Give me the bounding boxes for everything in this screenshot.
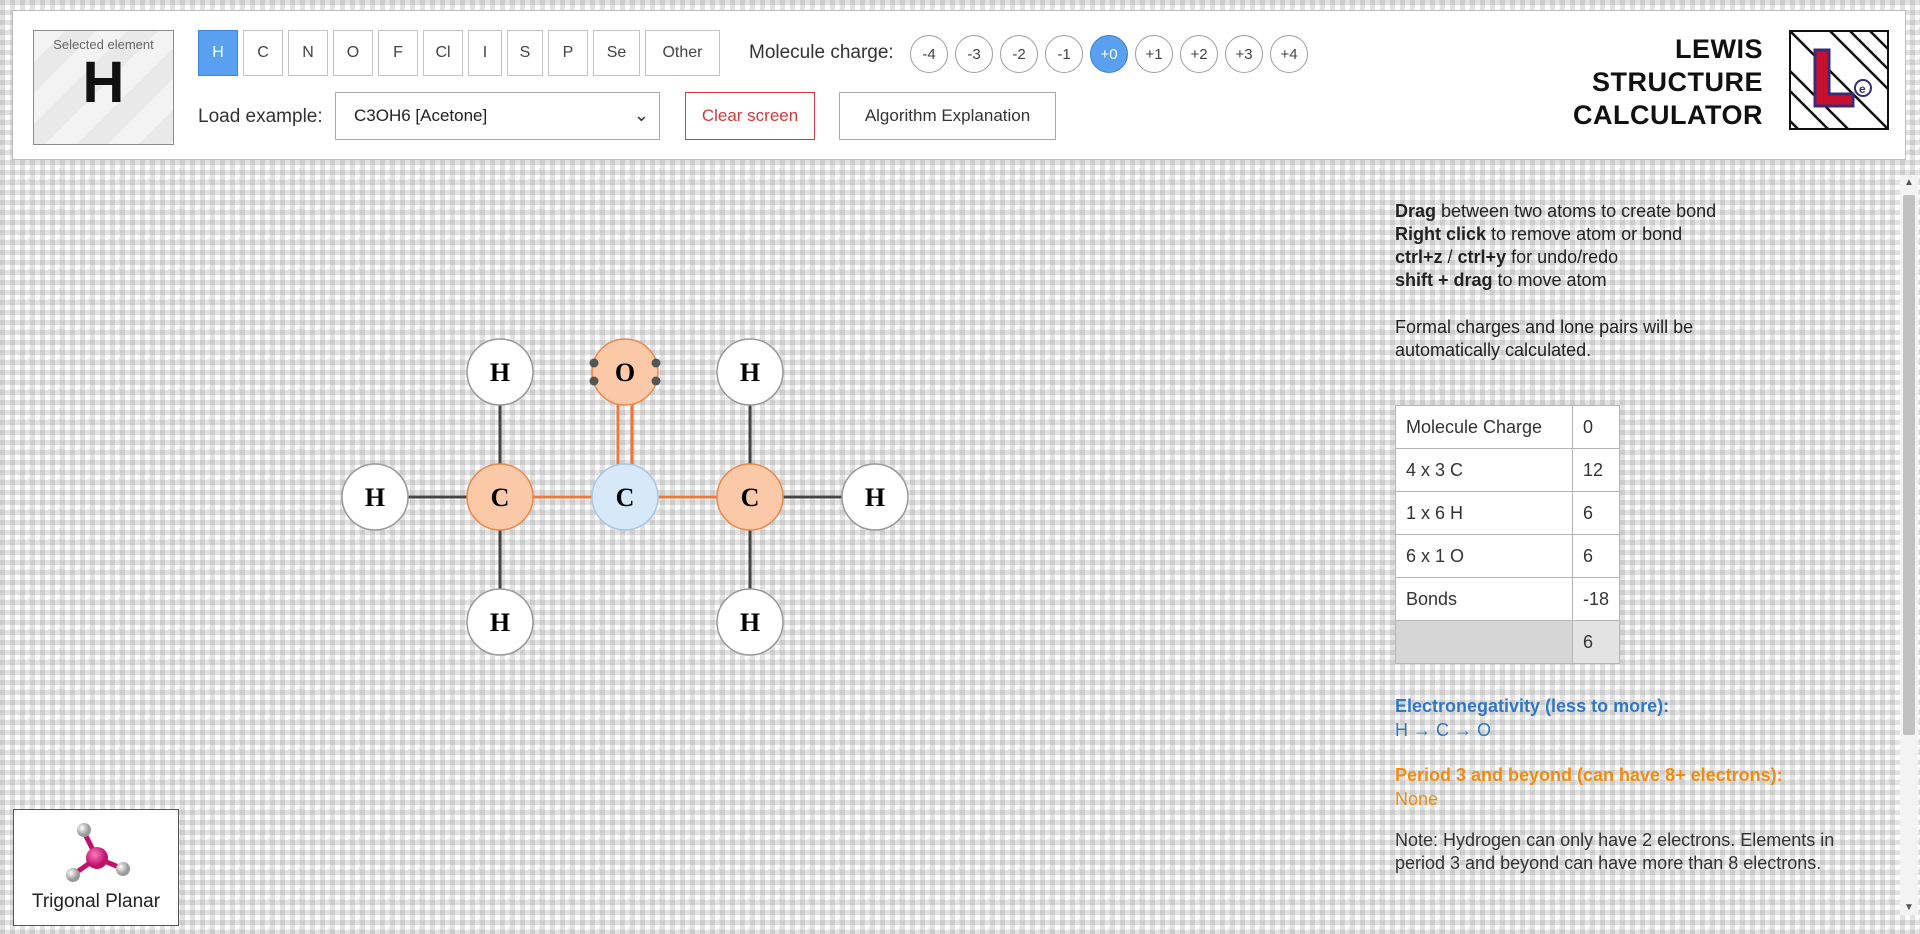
charge-button-plus2[interactable]: +2	[1180, 35, 1218, 73]
atom-c[interactable]: C	[466, 463, 534, 531]
app-title-line: CALCULATOR	[1573, 100, 1763, 130]
app-title-line: LEWIS	[1675, 34, 1763, 64]
svg-text:C: C	[616, 483, 635, 512]
auto-calc-note: Formal charges and lone pairs will be au…	[1395, 317, 1694, 360]
instruction-line: Right click to remove atom or bond	[1395, 224, 1683, 244]
element-button-f[interactable]: F	[378, 30, 418, 76]
charge-button-zero[interactable]: +0	[1090, 35, 1128, 73]
svg-text:H: H	[740, 358, 760, 387]
instructions-panel: Drag between two atoms to create bond Ri…	[1395, 200, 1885, 362]
lone-pair-electron	[651, 358, 661, 368]
toolbar: Selected element H H C N O F Cl I S P Se…	[12, 10, 1906, 160]
load-example-label: Load example:	[198, 106, 323, 127]
app-logo: e	[1789, 30, 1889, 130]
svg-text:C: C	[741, 483, 760, 512]
load-example-select[interactable]: C3OH6 [Acetone] ⌄	[335, 92, 660, 140]
svg-text:H: H	[740, 608, 760, 637]
algorithm-explanation-button[interactable]: Algorithm Explanation	[839, 92, 1056, 140]
selected-element-symbol: H	[82, 50, 125, 115]
element-button-c[interactable]: C	[243, 30, 283, 76]
atom-o[interactable]: O	[589, 338, 661, 406]
atom-h[interactable]: H	[716, 588, 784, 656]
scroll-up-icon[interactable]: ▲	[1904, 177, 1914, 188]
element-button-i[interactable]: I	[468, 30, 502, 76]
molecule-3d-icon	[66, 823, 130, 882]
scroll-down-icon[interactable]: ▼	[1904, 902, 1914, 913]
app-title-line: STRUCTURE	[1592, 67, 1763, 97]
atom-h[interactable]: H	[466, 338, 534, 406]
table-row: Bonds -18	[1395, 577, 1621, 621]
charge-button-plus4[interactable]: +4	[1270, 35, 1308, 73]
charge-button-minus4[interactable]: -4	[910, 35, 948, 73]
element-button-other[interactable]: Other	[645, 30, 720, 76]
charge-button-minus2[interactable]: -2	[1000, 35, 1038, 73]
scrollbar[interactable]: ▲ ▼	[1900, 175, 1918, 915]
instruction-line: Drag between two atoms to create bond	[1395, 201, 1717, 221]
valence-electron-table: Molecule Charge 0 4 x 3 C 12 1 x 6 H6 6 x …	[1395, 405, 1621, 664]
atom-h[interactable]: H	[341, 463, 409, 531]
element-button-s[interactable]: S	[507, 30, 543, 76]
period3-value: None	[1395, 789, 1439, 809]
clear-screen-button[interactable]: Clear screen	[685, 92, 815, 140]
charge-button-plus3[interactable]: +3	[1225, 35, 1263, 73]
selected-element-display: Selected element H	[33, 30, 174, 145]
molecule-canvas[interactable]: H C C C H H O H H H	[0, 160, 1370, 934]
atom-c[interactable]: C	[716, 463, 784, 531]
geometry-label: Trigonal Planar	[31, 891, 161, 912]
lone-pair-electron	[589, 376, 599, 386]
element-button-se[interactable]: Se	[593, 30, 640, 76]
app-title: LEWIS STRUCTURE CALCULATOR	[1523, 33, 1763, 132]
lone-pair-electron	[589, 358, 599, 368]
element-button-o[interactable]: O	[333, 30, 373, 76]
hydrogen-note: Note: Hydrogen can only have 2 electrons…	[1395, 830, 1835, 873]
table-row: 6 x 1 O6	[1395, 534, 1621, 578]
period3-title: Period 3 and beyond (can have 8+ electro…	[1395, 765, 1783, 785]
element-button-n[interactable]: N	[288, 30, 328, 76]
charge-button-plus1[interactable]: +1	[1135, 35, 1173, 73]
element-button-cl[interactable]: Cl	[423, 30, 463, 76]
svg-text:H: H	[490, 608, 510, 637]
table-row-total: 6	[1395, 620, 1621, 664]
molecular-geometry-box[interactable]: Trigonal Planar	[13, 809, 179, 926]
svg-text:H: H	[365, 483, 385, 512]
load-example-value: C3OH6 [Acetone]	[354, 106, 488, 125]
charge-button-minus1[interactable]: -1	[1045, 35, 1083, 73]
table-row: 4 x 3 C 12	[1395, 448, 1621, 492]
atom-h[interactable]: H	[466, 588, 534, 656]
element-button-p[interactable]: P	[548, 30, 588, 76]
lone-pair-electron	[651, 376, 661, 386]
instruction-line: ctrl+z / ctrl+y for undo/redo	[1395, 247, 1619, 267]
element-button-h[interactable]: H	[198, 30, 238, 76]
instruction-line: shift + drag to move atom	[1395, 270, 1607, 290]
atom-c-central[interactable]: C	[591, 463, 659, 531]
atom-h[interactable]: H	[841, 463, 909, 531]
table-row: 1 x 6 H6	[1395, 491, 1621, 535]
electronegativity-title: Electronegativity (less to more):	[1395, 696, 1670, 716]
svg-text:O: O	[615, 358, 635, 387]
svg-text:H: H	[865, 483, 885, 512]
molecule-charge-label: Molecule charge:	[749, 42, 894, 63]
atom-h[interactable]: H	[716, 338, 784, 406]
svg-text:H: H	[490, 358, 510, 387]
electronegativity-value: H → C → O	[1395, 720, 1492, 740]
scrollbar-thumb[interactable]	[1903, 195, 1915, 735]
table-row: Molecule Charge 0	[1395, 405, 1621, 449]
chevron-down-icon: ⌄	[633, 105, 649, 125]
charge-button-minus3[interactable]: -3	[955, 35, 993, 73]
svg-text:C: C	[491, 483, 510, 512]
svg-text:e: e	[1859, 82, 1866, 96]
